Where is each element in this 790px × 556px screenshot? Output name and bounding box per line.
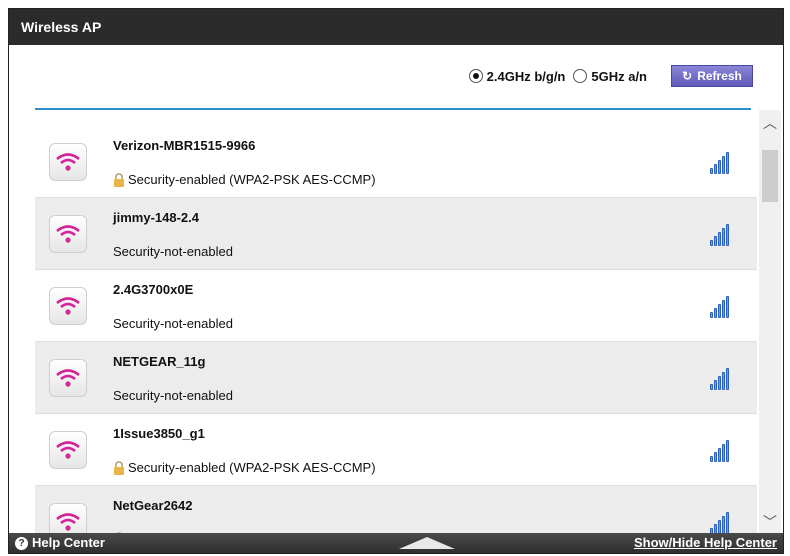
network-security: Security-not-enabled bbox=[113, 388, 233, 403]
help-center-link[interactable]: ? Help Center bbox=[15, 533, 105, 553]
network-list[interactable]: Verizon-MBR1515-9966 Security-enabled (W… bbox=[35, 126, 757, 534]
band-5ghz-label: 5GHz a/n bbox=[591, 68, 647, 84]
signal-strength-icon bbox=[709, 222, 729, 246]
radio-circle-icon bbox=[468, 69, 483, 83]
help-footer: ? Help Center Show/Hide Help Center bbox=[9, 533, 783, 553]
signal-strength-icon bbox=[709, 510, 729, 534]
section-divider bbox=[35, 108, 751, 110]
security-text: Security-enabled (WPA2-PSK AES-CCMP) bbox=[128, 172, 376, 187]
network-row[interactable]: Verizon-MBR1515-9966 Security-enabled (W… bbox=[35, 126, 757, 198]
network-ssid: 2.4G3700x0E bbox=[113, 282, 194, 297]
scrollbar-thumb[interactable] bbox=[762, 150, 778, 202]
network-row[interactable]: NetGear2642 bbox=[35, 486, 757, 534]
wifi-icon bbox=[49, 359, 87, 397]
network-row[interactable]: NETGEAR_11g Security-not-enabled bbox=[35, 342, 757, 414]
security-text: Security-not-enabled bbox=[113, 388, 233, 403]
list-scrollbar[interactable]: ︿ ﹀ bbox=[759, 110, 781, 537]
network-security: Security-not-enabled bbox=[113, 316, 233, 331]
network-row[interactable]: 1Issue3850_g1 Security-enabled (WPA2-PSK… bbox=[35, 414, 757, 486]
network-security: Security-enabled (WPA2-PSK AES-CCMP) bbox=[113, 460, 376, 475]
refresh-button[interactable]: ↻ Refresh bbox=[671, 65, 753, 87]
security-text: Security-enabled (WPA2-PSK AES-CCMP) bbox=[128, 460, 376, 475]
expand-triangle-icon[interactable] bbox=[399, 537, 455, 549]
network-row[interactable]: 2.4G3700x0E Security-not-enabled bbox=[35, 270, 757, 342]
refresh-icon: ↻ bbox=[682, 69, 693, 83]
network-row[interactable]: jimmy-148-2.4 Security-not-enabled bbox=[35, 198, 757, 270]
wifi-icon bbox=[49, 287, 87, 325]
network-ssid: jimmy-148-2.4 bbox=[113, 210, 199, 225]
wifi-icon bbox=[49, 431, 87, 469]
signal-strength-icon bbox=[709, 366, 729, 390]
network-ssid: NetGear2642 bbox=[113, 498, 193, 513]
band-controls: 2.4GHz b/g/n 5GHz a/n ↻ Refresh bbox=[468, 63, 783, 89]
network-security: Security-not-enabled bbox=[113, 244, 233, 259]
show-hide-help-link[interactable]: Show/Hide Help Center bbox=[634, 533, 777, 553]
network-ssid: 1Issue3850_g1 bbox=[113, 426, 205, 441]
band-radio-2-4ghz[interactable]: 2.4GHz b/g/n bbox=[468, 68, 566, 84]
signal-strength-icon bbox=[709, 150, 729, 174]
chevron-down-icon[interactable]: ﹀ bbox=[761, 513, 779, 531]
lock-icon bbox=[114, 172, 124, 187]
refresh-label: Refresh bbox=[697, 69, 742, 83]
wifi-icon bbox=[49, 503, 87, 534]
signal-strength-icon bbox=[709, 438, 729, 462]
radio-circle-icon bbox=[573, 69, 588, 83]
security-text: Security-not-enabled bbox=[113, 316, 233, 331]
network-ssid: Verizon-MBR1515-9966 bbox=[113, 138, 256, 153]
help-center-label: Help Center bbox=[32, 535, 105, 550]
network-security: Security-enabled (WPA2-PSK AES-CCMP) bbox=[113, 172, 376, 187]
band-2-4ghz-label: 2.4GHz b/g/n bbox=[486, 68, 566, 84]
wifi-icon bbox=[49, 215, 87, 253]
security-text: Security-not-enabled bbox=[113, 244, 233, 259]
lock-icon bbox=[114, 460, 124, 475]
band-radio-5ghz[interactable]: 5GHz a/n bbox=[573, 69, 647, 84]
wifi-icon bbox=[49, 143, 87, 181]
chevron-up-icon[interactable]: ︿ bbox=[761, 114, 779, 132]
window-title: Wireless AP bbox=[9, 9, 783, 45]
wireless-ap-window: Wireless AP 2.4GHz b/g/n 5GHz a/n ↻ Refr… bbox=[8, 8, 784, 554]
network-ssid: NETGEAR_11g bbox=[113, 354, 206, 369]
signal-strength-icon bbox=[709, 294, 729, 318]
question-icon: ? bbox=[15, 536, 28, 550]
